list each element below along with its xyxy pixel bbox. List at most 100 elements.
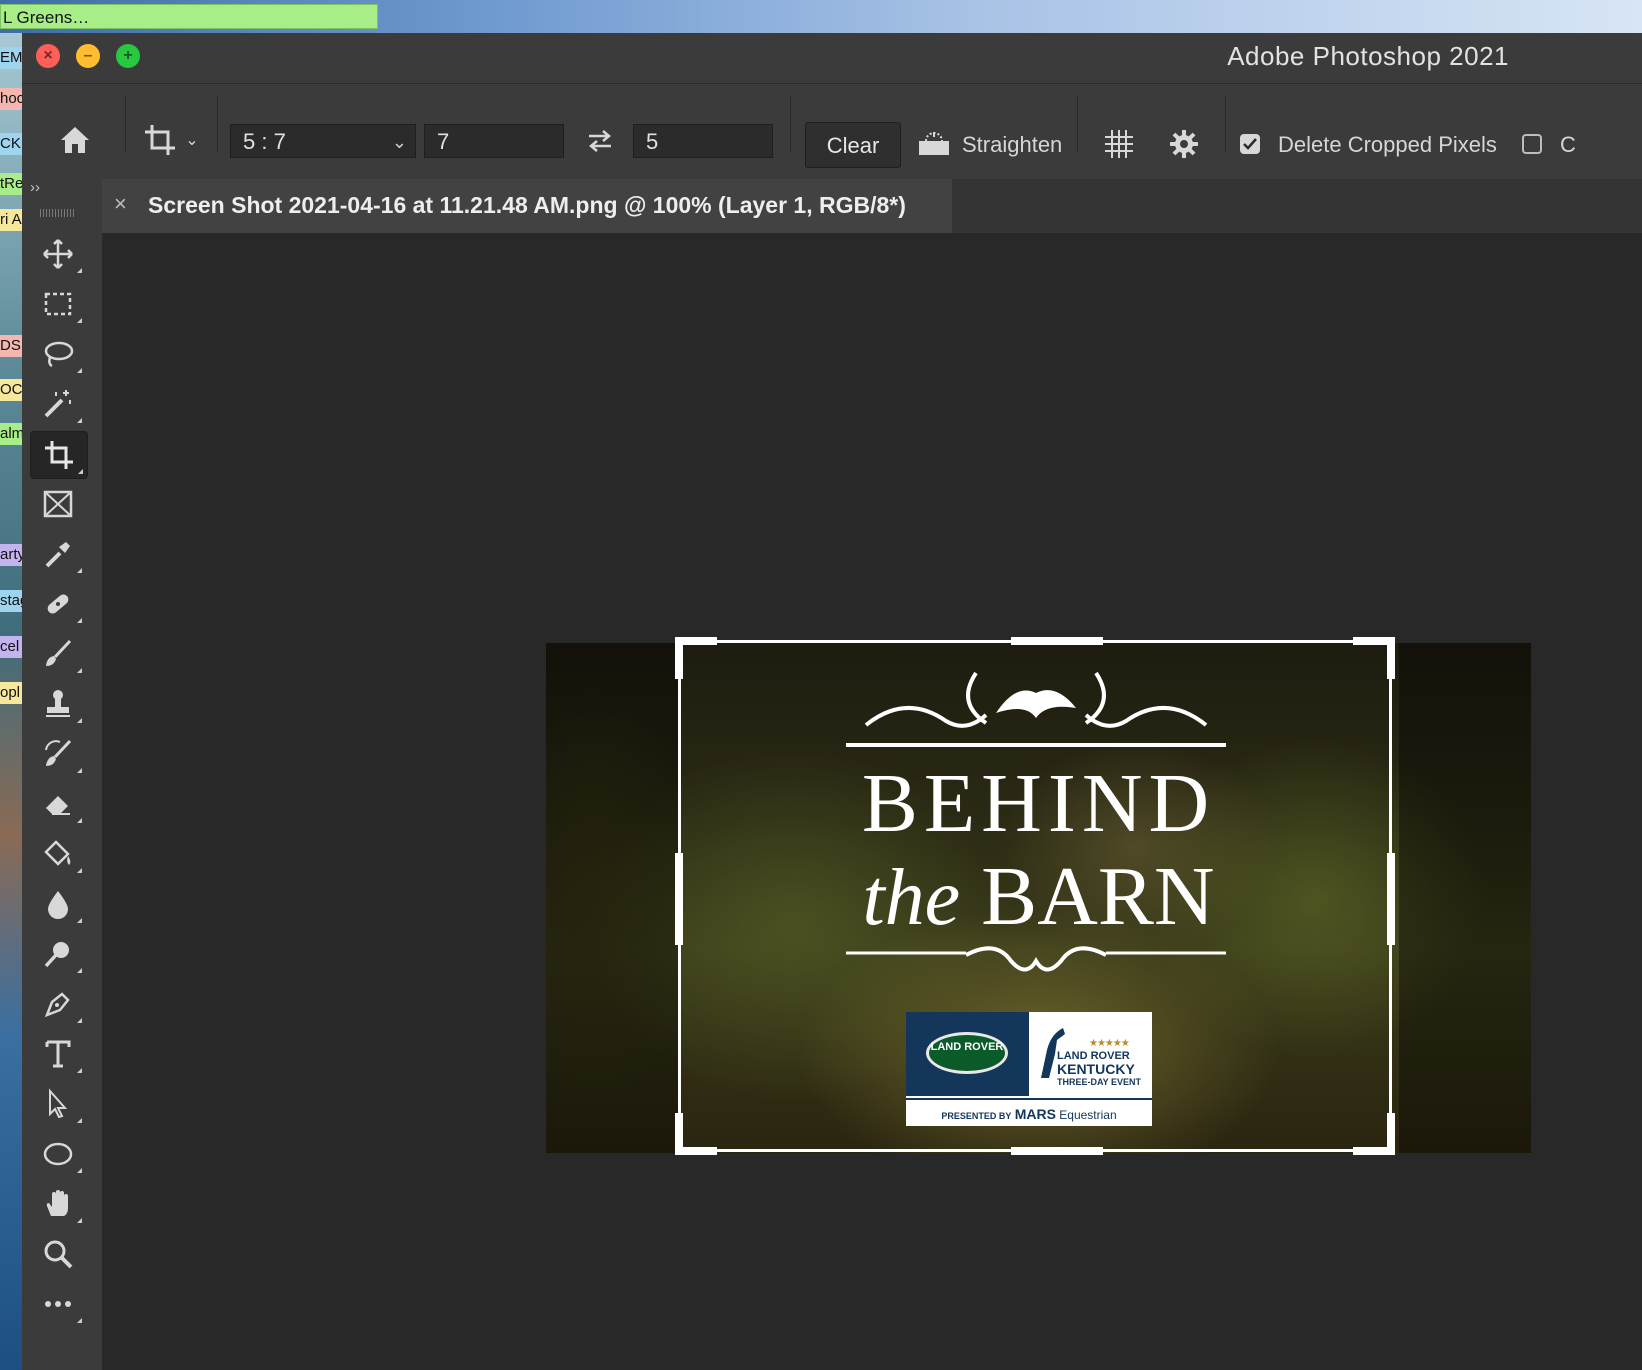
- clear-button[interactable]: Clear: [805, 122, 901, 168]
- side-window-label[interactable]: OCI: [0, 379, 22, 401]
- side-window-label[interactable]: hoc: [0, 88, 22, 110]
- tab-strip: [952, 179, 1642, 233]
- straighten-label[interactable]: Straighten: [962, 132, 1062, 158]
- marquee-tool[interactable]: [30, 281, 86, 327]
- content-aware-checkbox[interactable]: [1522, 134, 1542, 154]
- minimize-window-button[interactable]: –: [76, 44, 100, 68]
- desktop-background: L Greens…: [0, 0, 1642, 33]
- grid-icon[interactable]: [1097, 122, 1141, 166]
- side-window-label[interactable]: opl: [0, 682, 22, 704]
- crop-preset-picker[interactable]: ⌄: [138, 118, 204, 162]
- side-window-label[interactable]: stag: [0, 590, 22, 612]
- marquee-icon: [44, 292, 72, 316]
- desktop-window-tab[interactable]: L Greens…: [0, 4, 378, 29]
- gear-icon[interactable]: [1162, 122, 1206, 166]
- home-icon[interactable]: [52, 118, 98, 162]
- eraser-tool[interactable]: [30, 781, 86, 827]
- swap-arrows-icon[interactable]: [580, 124, 620, 158]
- crop-box[interactable]: [675, 637, 1395, 1155]
- desktop-left-strip: EM hoc CK tRe ri A DS OCI alm arty stag …: [0, 33, 22, 1370]
- side-window-label[interactable]: CK: [0, 133, 22, 155]
- hand-icon: [46, 1190, 68, 1216]
- pen-icon: [44, 992, 70, 1018]
- chevron-down-icon: ⌄: [391, 132, 407, 152]
- stamp-icon: [46, 690, 70, 717]
- document-tab[interactable]: × Screen Shot 2021-04-16 at 11.21.48 AM.…: [102, 179, 953, 233]
- zoom-tool[interactable]: [30, 1231, 86, 1277]
- crop-height-input[interactable]: 5: [633, 124, 773, 158]
- arrow-icon: [49, 1088, 68, 1119]
- tools-panel: ››: [22, 179, 103, 1370]
- ratio-preset-select[interactable]: 5 : 7 ⌄: [230, 124, 416, 158]
- side-window-label[interactable]: alm: [0, 423, 22, 445]
- magic-wand-tool[interactable]: [30, 381, 86, 427]
- brush-icon: [46, 639, 72, 666]
- window-title: Adobe Photoshop 2021: [1227, 41, 1509, 71]
- ellipse-icon: [43, 1142, 73, 1166]
- checkmark-icon: [1243, 138, 1257, 150]
- brush-tool[interactable]: [30, 631, 86, 677]
- crop-handle-top-left-v[interactable]: [675, 637, 683, 679]
- delete-cropped-pixels-checkbox[interactable]: [1240, 134, 1260, 154]
- crop-width-input[interactable]: 7: [424, 124, 564, 158]
- drop-icon: [48, 891, 68, 919]
- crop-handle-bottom-left-v[interactable]: [675, 1113, 683, 1155]
- crop-handle-right[interactable]: [1387, 853, 1395, 945]
- history-brush-icon: [45, 739, 72, 766]
- crop-icon: [145, 125, 176, 155]
- side-window-label[interactable]: ri A: [0, 209, 22, 231]
- healing-brush-tool[interactable]: [30, 581, 86, 627]
- ellipse-tool[interactable]: [30, 1131, 86, 1177]
- lasso-tool[interactable]: [30, 331, 86, 377]
- side-window-label[interactable]: DS: [0, 335, 22, 357]
- content-aware-label[interactable]: C: [1560, 132, 1576, 158]
- close-icon[interactable]: ×: [114, 191, 127, 217]
- bandage-icon: [47, 594, 69, 614]
- dodge-icon: [44, 942, 69, 968]
- paint-bucket-icon: [44, 840, 71, 866]
- move-icon: [43, 239, 73, 269]
- maximize-window-button[interactable]: +: [116, 44, 140, 68]
- side-window-label[interactable]: tRe: [0, 173, 22, 195]
- crop-handle-bottom-right-v[interactable]: [1387, 1113, 1395, 1155]
- frame-icon: [43, 490, 73, 518]
- crop-icon: [45, 441, 73, 469]
- blur-tool[interactable]: [30, 881, 86, 927]
- move-tool[interactable]: [30, 231, 86, 277]
- side-window-label[interactable]: arty: [0, 544, 22, 566]
- side-window-label[interactable]: EM: [0, 47, 22, 69]
- eyedropper-tool[interactable]: [30, 531, 86, 577]
- type-tool[interactable]: [30, 1031, 86, 1077]
- crop-handle-left[interactable]: [675, 853, 683, 945]
- history-brush-tool[interactable]: [30, 731, 86, 777]
- path-selection-tool[interactable]: [30, 1081, 86, 1127]
- side-window-label[interactable]: cel: [0, 636, 22, 658]
- collapse-panel-icon[interactable]: ››: [30, 179, 110, 201]
- clone-stamp-tool[interactable]: [30, 681, 86, 727]
- type-icon: [45, 1040, 71, 1068]
- pen-tool[interactable]: [30, 981, 86, 1027]
- more-icon: [45, 1301, 71, 1307]
- eyedropper-icon: [45, 542, 70, 568]
- crop-handle-bottom[interactable]: [1011, 1147, 1103, 1155]
- options-bar: ⌄ 5 : 7 ⌄ 7 5 Clear Straighten Delete Cr…: [22, 84, 1642, 181]
- document-tab-title: Screen Shot 2021-04-16 at 11.21.48 AM.pn…: [148, 192, 906, 218]
- eraser-icon: [46, 796, 70, 815]
- frame-tool[interactable]: [30, 481, 86, 527]
- dodge-tool[interactable]: [30, 931, 86, 977]
- straighten-icon[interactable]: [912, 122, 956, 166]
- crop-tool[interactable]: [30, 431, 88, 479]
- title-bar: × – + Adobe Photoshop 2021: [22, 33, 1642, 84]
- panel-grip[interactable]: [40, 209, 76, 217]
- lasso-icon: [44, 341, 74, 368]
- magic-wand-icon: [44, 390, 71, 418]
- hand-tool[interactable]: [30, 1181, 86, 1227]
- close-window-button[interactable]: ×: [36, 44, 60, 68]
- zoom-icon: [44, 1240, 73, 1269]
- chevron-down-icon: ⌄: [185, 132, 199, 149]
- crop-handle-top[interactable]: [1011, 637, 1103, 645]
- paint-bucket-tool[interactable]: [30, 831, 86, 877]
- edit-toolbar-button[interactable]: [30, 1281, 86, 1327]
- crop-handle-top-right-v[interactable]: [1387, 637, 1395, 679]
- delete-cropped-pixels-label[interactable]: Delete Cropped Pixels: [1278, 132, 1497, 158]
